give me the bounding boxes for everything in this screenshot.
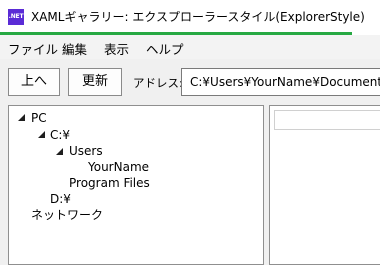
- list-column-header[interactable]: [274, 110, 380, 130]
- menu-help[interactable]: ヘルプ: [146, 39, 184, 58]
- folder-tree[interactable]: PC C:¥ Users YourName Program Files D:¥ …: [8, 105, 264, 265]
- title-bar: .NET XAMLギャラリー: エクスプローラースタイル(ExplorerSty…: [0, 0, 380, 32]
- tree-node-pc[interactable]: PC: [31, 110, 47, 126]
- menu-bar: ファイル 編集 表示 ヘルプ: [0, 35, 380, 59]
- menu-file[interactable]: ファイル: [8, 39, 58, 58]
- file-list[interactable]: [269, 105, 380, 265]
- address-label: アドレス:: [133, 76, 183, 90]
- toolbar: 上へ 更新 アドレス: C:¥Users¥YourName¥Documents: [0, 59, 380, 105]
- tree-node-users[interactable]: Users: [69, 143, 103, 159]
- up-button[interactable]: 上へ: [8, 68, 60, 96]
- tree-node-program-files[interactable]: Program Files: [69, 175, 150, 191]
- expanded-arrow-icon[interactable]: [56, 148, 63, 155]
- expanded-arrow-icon[interactable]: [18, 114, 25, 121]
- menu-view[interactable]: 表示: [104, 39, 129, 58]
- address-input[interactable]: C:¥Users¥YourName¥Documents: [181, 68, 380, 96]
- refresh-button[interactable]: 更新: [68, 68, 122, 96]
- tree-node-network[interactable]: ネットワーク: [31, 207, 103, 223]
- tree-node-yourname[interactable]: YourName: [88, 159, 149, 175]
- window-title: XAMLギャラリー: エクスプローラースタイル(ExplorerStyle): [31, 10, 365, 24]
- tree-node-d-drive[interactable]: D:¥: [50, 191, 71, 207]
- expanded-arrow-icon[interactable]: [38, 131, 45, 138]
- menu-edit[interactable]: 編集: [62, 39, 87, 58]
- tree-node-c-drive[interactable]: C:¥: [50, 127, 70, 143]
- dotnet-app-icon: .NET: [8, 9, 24, 25]
